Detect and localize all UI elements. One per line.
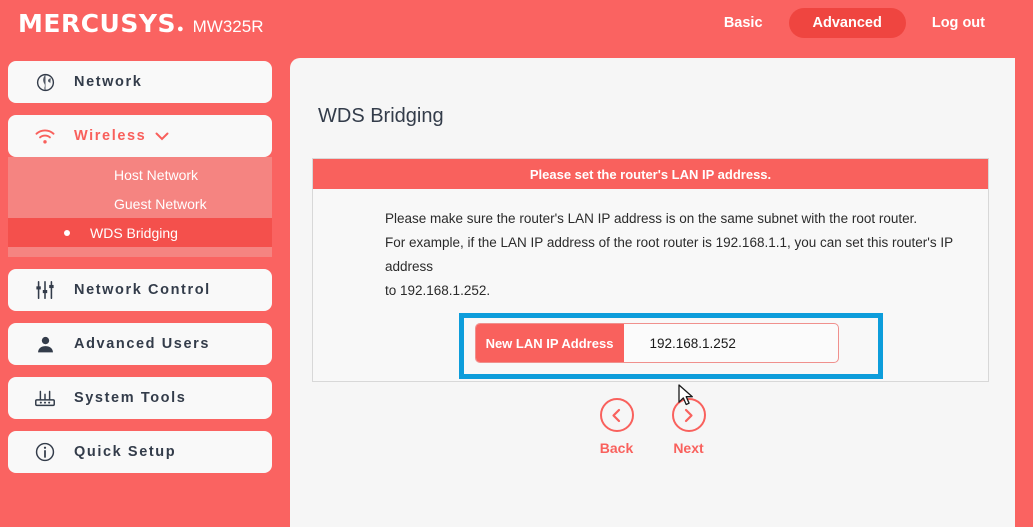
chevron-left-icon [600, 398, 634, 432]
bullet-icon [8, 172, 38, 178]
user-icon [28, 334, 62, 355]
globe-icon [28, 72, 62, 93]
page-title: WDS Bridging [318, 105, 1015, 128]
sidebar-item-network[interactable]: Network [8, 61, 272, 103]
brand-name: MERCUSYS [18, 9, 176, 38]
top-header-bar: MERCUSYS ● MW325R Basic Advanced Log out [0, 0, 1033, 46]
sidebar-label-network: Network [74, 74, 142, 90]
wds-lan-ip-card: Please set the router's LAN IP address. … [312, 158, 989, 382]
new-lan-ip-input[interactable] [624, 324, 838, 362]
sidebar-label-network-control: Network Control [74, 282, 211, 298]
description-line-2: For example, if the LAN IP address of th… [385, 231, 978, 279]
chevron-down-icon [155, 132, 169, 141]
new-lan-ip-field[interactable]: New LAN IP Address [475, 323, 839, 363]
card-body: Please make sure the router's LAN IP add… [313, 189, 988, 381]
bullet-icon [8, 201, 38, 207]
nav-basic[interactable]: Basic [704, 8, 783, 38]
next-button-label: Next [673, 440, 703, 456]
sidebar-item-wireless[interactable]: Wireless [8, 115, 272, 157]
sidebar-label-system-tools: System Tools [74, 390, 186, 406]
back-button[interactable]: Back [600, 398, 634, 456]
nav-advanced[interactable]: Advanced [789, 8, 906, 38]
card-banner: Please set the router's LAN IP address. [313, 159, 988, 189]
sidebar-label-wireless: Wireless [74, 128, 146, 144]
top-navigation: Basic Advanced Log out [704, 0, 1033, 46]
sidebar-sublabel-host-network: Host Network [114, 167, 198, 183]
sidebar-label-quick-setup: Quick Setup [74, 444, 176, 460]
bullet-icon [52, 230, 82, 236]
brand-trademark-dot: ● [177, 23, 184, 35]
description-line-3: to 192.168.1.252. [385, 279, 978, 303]
sidebar-item-system-tools[interactable]: System Tools [8, 377, 272, 419]
sidebar-item-quick-setup[interactable]: Quick Setup [8, 431, 272, 473]
back-button-label: Back [600, 440, 633, 456]
sidebar-submenu-wireless: Host Network Guest Network WDS Bridging [8, 157, 272, 257]
sidebar-subitem-guest-network[interactable]: Guest Network [8, 189, 272, 218]
new-lan-ip-label: New LAN IP Address [476, 324, 624, 362]
router-icon [28, 387, 62, 409]
sidebar: Network Wireless Host Network [0, 46, 290, 527]
sidebar-item-network-control[interactable]: Network Control [8, 269, 272, 311]
sidebar-sublabel-wds-bridging: WDS Bridging [90, 225, 178, 241]
brand-model: MW325R [193, 17, 264, 37]
description-line-1: Please make sure the router's LAN IP add… [385, 207, 978, 231]
info-circle-icon [28, 441, 62, 463]
brand-logo: MERCUSYS ● MW325R [18, 9, 263, 38]
wizard-navigation: Back Next [290, 398, 1015, 456]
nav-logout[interactable]: Log out [912, 8, 1005, 38]
lan-ip-field-row: New LAN IP Address [313, 323, 988, 363]
router-admin-page: MERCUSYS ● MW325R Basic Advanced Log out… [0, 0, 1033, 527]
sidebar-item-advanced-users[interactable]: Advanced Users [8, 323, 272, 365]
mouse-cursor [678, 384, 695, 413]
sidebar-subitem-wds-bridging[interactable]: WDS Bridging [8, 218, 272, 247]
wifi-icon [28, 127, 62, 145]
sidebar-sublabel-guest-network: Guest Network [114, 196, 207, 212]
content-panel: WDS Bridging Please set the router's LAN… [290, 58, 1015, 527]
sliders-icon [28, 279, 62, 301]
sidebar-subitem-host-network[interactable]: Host Network [8, 160, 272, 189]
sidebar-label-advanced-users: Advanced Users [74, 336, 210, 352]
